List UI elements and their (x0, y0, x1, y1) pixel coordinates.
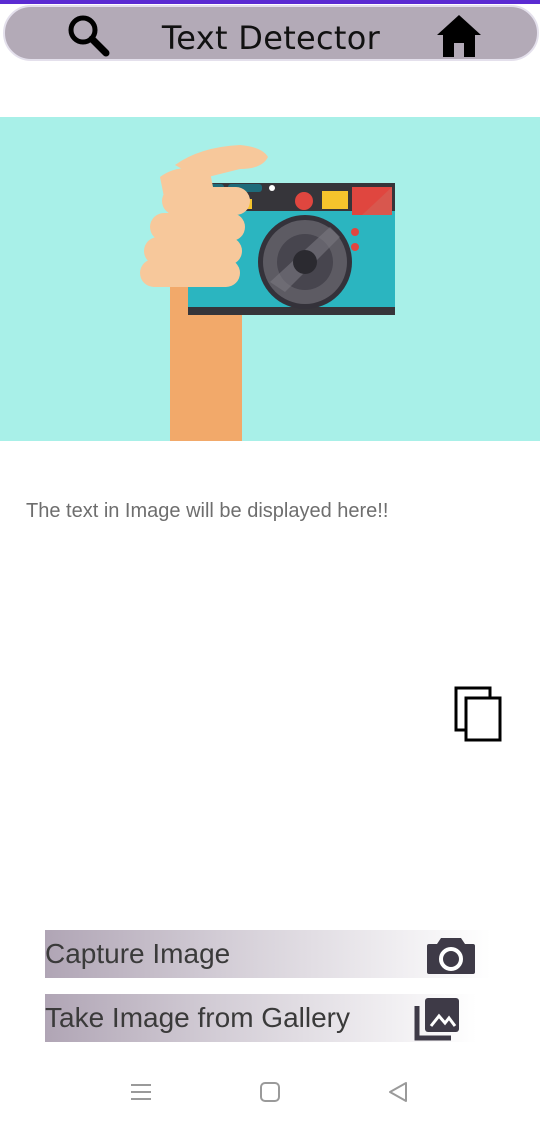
gallery-label: Take Image from Gallery (45, 1002, 350, 1033)
app-bar: Text Detector (3, 5, 539, 61)
detected-text-output: The text in Image will be displayed here… (26, 500, 389, 522)
hero-illustration (0, 117, 540, 441)
hand-holding-camera-illustration (140, 145, 395, 441)
gallery-button[interactable]: Take Image from Gallery (45, 994, 477, 1042)
back-triangle-icon[interactable] (386, 1080, 410, 1104)
capture-image-button[interactable]: Capture Image (45, 930, 491, 978)
home-square-icon[interactable] (258, 1080, 282, 1104)
recents-icon[interactable] (128, 1080, 154, 1104)
system-navigation-bar (0, 1062, 540, 1124)
capture-image-label: Capture Image (45, 938, 231, 969)
home-icon[interactable] (433, 11, 485, 59)
status-strip (0, 0, 540, 4)
camera-icon (427, 938, 475, 974)
photo-library-icon (414, 998, 459, 1041)
copy-icon[interactable] (452, 684, 506, 744)
